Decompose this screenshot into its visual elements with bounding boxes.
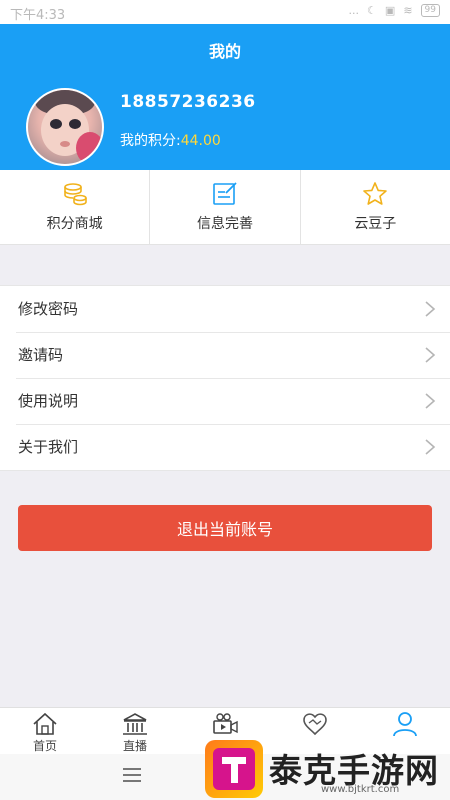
watermark-logo: 泰克手游网 www.bjtkrt.com xyxy=(203,740,450,800)
settings-menu: 修改密码 邀请码 使用说明 关于我们 xyxy=(0,285,450,471)
notification-dots-icon: ... xyxy=(348,4,360,17)
quick-cloud-beans[interactable]: 云豆子 xyxy=(301,170,450,244)
menu-item-label: 关于我们 xyxy=(18,438,79,456)
status-icons: ... ☾ ▣ ≋ 99 xyxy=(349,4,440,17)
watermark-t-icon xyxy=(205,740,263,798)
tab-live[interactable]: 直播 xyxy=(90,708,180,755)
menu-item-change-password[interactable]: 修改密码 xyxy=(0,286,450,332)
profile-header: 我的 18857236236 我的积分:44.00 xyxy=(0,24,450,170)
chevron-right-icon xyxy=(425,393,436,409)
quick-label: 信息完善 xyxy=(196,216,253,232)
page-title: 我的 xyxy=(208,42,241,61)
handshake-icon xyxy=(303,713,327,736)
user-icon xyxy=(393,712,417,737)
home-icon xyxy=(33,712,57,735)
menu-item-instructions[interactable]: 使用说明 xyxy=(0,378,450,424)
video-camera-icon xyxy=(213,713,238,734)
user-phone: 18857236236 xyxy=(120,92,256,112)
points-value: 44.00 xyxy=(180,133,221,149)
edit-info-icon xyxy=(213,182,237,205)
moon-icon: ☾ xyxy=(367,4,377,17)
points-line: 我的积分:44.00 xyxy=(120,130,221,150)
status-time: 下午4:33 xyxy=(10,8,66,23)
coin-stack-icon xyxy=(63,183,87,206)
points-label: 我的积分: xyxy=(120,133,181,149)
wifi-icon: ≋ xyxy=(403,4,413,17)
menu-icon[interactable] xyxy=(123,768,141,782)
star-icon xyxy=(363,182,388,205)
watermark-url: www.bjtkrt.com xyxy=(321,784,400,795)
battery-icon: 99 xyxy=(420,4,440,17)
menu-item-about-us[interactable]: 关于我们 xyxy=(0,424,450,470)
menu-item-label: 邀请码 xyxy=(18,346,64,364)
avatar[interactable] xyxy=(26,88,104,166)
quick-label: 云豆子 xyxy=(354,216,397,232)
menu-item-label: 使用说明 xyxy=(18,392,79,410)
menu-item-label: 修改密码 xyxy=(18,300,79,318)
tab-home[interactable]: 首页 xyxy=(0,708,90,755)
logout-button[interactable]: 退出当前账号 xyxy=(18,505,432,551)
avatar-face-icon xyxy=(35,90,102,164)
chevron-right-icon xyxy=(425,301,436,317)
menu-item-invite-code[interactable]: 邀请码 xyxy=(0,332,450,378)
quick-label: 积分商城 xyxy=(46,216,103,232)
tab-label: 直播 xyxy=(122,739,147,753)
sim-icon: ▣ xyxy=(384,4,396,17)
chevron-right-icon xyxy=(425,347,436,363)
status-bar: 下午4:33 ... ☾ ▣ ≋ 99 xyxy=(0,0,450,24)
tab-label: 首页 xyxy=(32,739,57,753)
bank-icon xyxy=(123,713,147,735)
quick-points-mall[interactable]: 积分商城 xyxy=(0,170,151,244)
chevron-right-icon xyxy=(425,439,436,455)
quick-info-complete[interactable]: 信息完善 xyxy=(150,170,301,244)
quick-actions: 积分商城 信息完善 云豆子 xyxy=(0,170,450,245)
